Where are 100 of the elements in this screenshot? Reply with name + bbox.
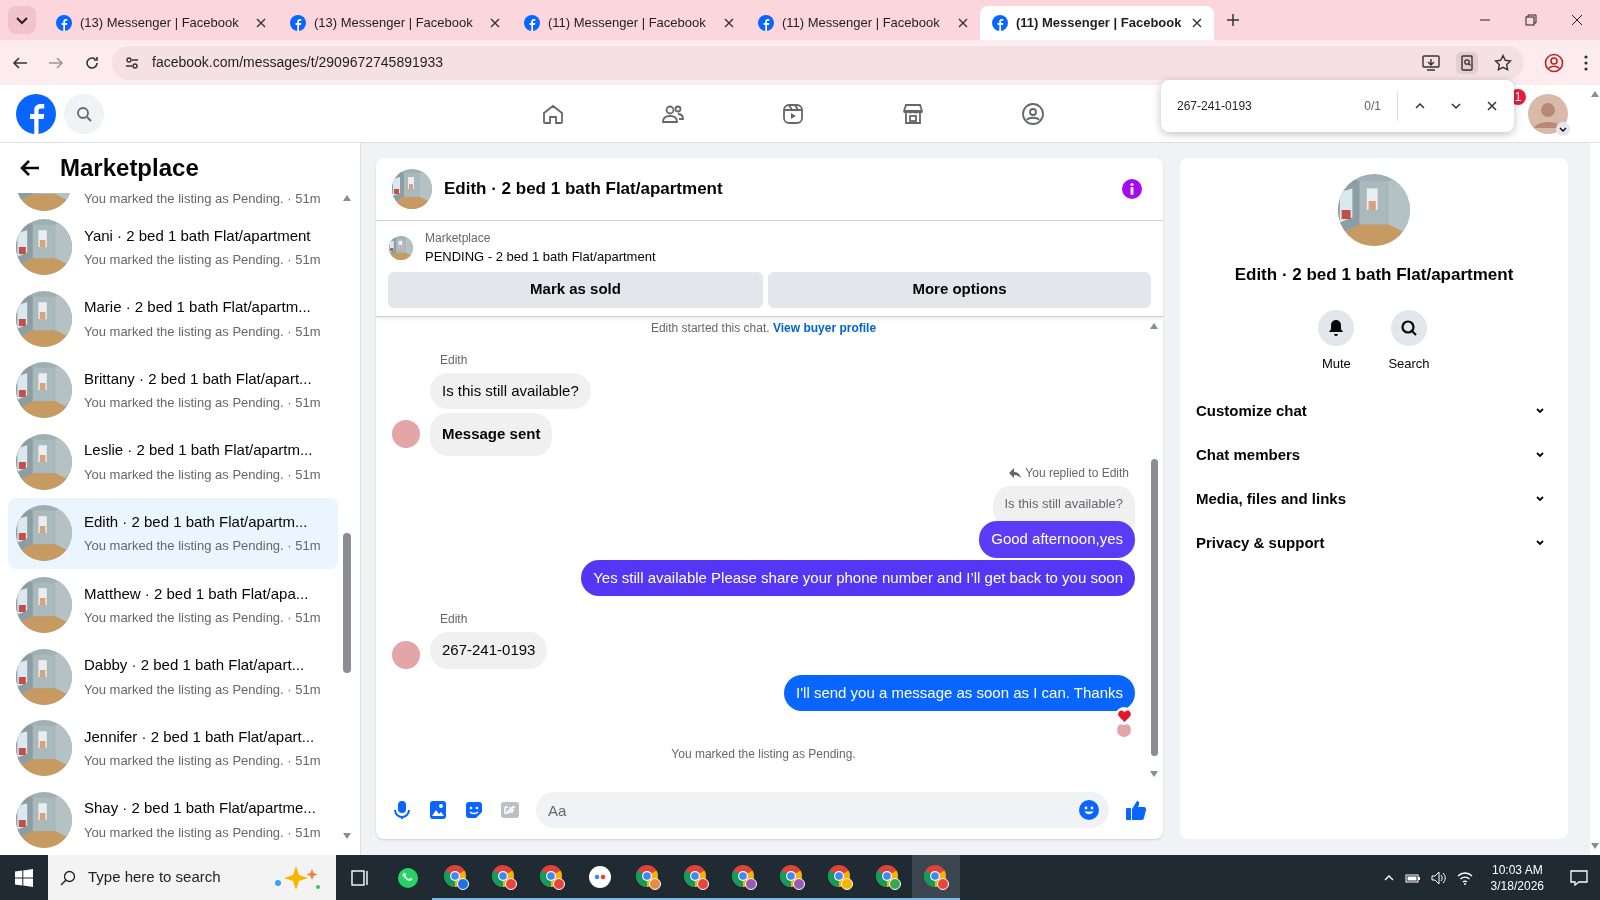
address-bar[interactable]: facebook.com/messages/t/2909672745891933 bbox=[112, 45, 1524, 80]
task-view-icon[interactable] bbox=[350, 867, 370, 888]
close-icon[interactable] bbox=[490, 18, 500, 28]
whatsapp-icon[interactable] bbox=[396, 865, 420, 890]
video-icon[interactable] bbox=[781, 102, 805, 126]
conversation-item[interactable]: Matthew · 2 bed 1 bath Flat/apa... You marked the listing as Pending. · 51m bbox=[8, 569, 338, 641]
facebook-logo-icon[interactable] bbox=[16, 93, 56, 134]
chrome-icon[interactable] bbox=[875, 863, 901, 890]
match-count: 0/1 bbox=[1364, 98, 1381, 115]
buyer-profile-link[interactable]: View buyer profile bbox=[772, 320, 877, 335]
close-icon[interactable] bbox=[1192, 18, 1202, 28]
chrome-icon[interactable] bbox=[779, 863, 805, 890]
battery-icon[interactable] bbox=[1404, 871, 1421, 884]
chrome-icon[interactable] bbox=[491, 863, 517, 890]
search-icon bbox=[76, 105, 92, 122]
browser-tab[interactable]: (11) Messenger | Facebook bbox=[980, 6, 1214, 40]
chrome-icon[interactable] bbox=[539, 863, 565, 890]
conversation-title: Yani · 2 bed 1 bath Flat/apartment bbox=[84, 225, 312, 246]
conversation-title: Shay · 2 bed 1 bath Flat/apartme... bbox=[84, 798, 317, 819]
conversation-item[interactable]: Jennifer · 2 bed 1 bath Flat/apart... You marked the listing as Pending. · 51m bbox=[8, 712, 338, 784]
thumbs-up-icon[interactable] bbox=[1125, 799, 1147, 821]
notifications-icon[interactable] bbox=[1570, 868, 1588, 887]
speaker-icon[interactable] bbox=[1430, 870, 1447, 885]
chrome-icon[interactable] bbox=[443, 863, 469, 890]
scroll-up-icon[interactable] bbox=[343, 195, 351, 201]
facebook-icon bbox=[758, 15, 774, 31]
section-header[interactable]: Media, files and links bbox=[1196, 477, 1552, 521]
conversation-preview: You marked the listing as Pending. · 51m bbox=[84, 322, 321, 341]
next-icon[interactable] bbox=[1450, 100, 1462, 112]
wifi-icon[interactable] bbox=[1456, 870, 1473, 885]
taskbar-search-field[interactable]: Type here to search bbox=[48, 855, 336, 900]
conversation-title: Edith · 2 bed 1 bath Flat/apartm... bbox=[84, 511, 309, 532]
scrollbar-thumb[interactable] bbox=[343, 533, 351, 673]
scroll-down-icon[interactable] bbox=[1150, 771, 1158, 777]
conversation-item[interactable]: Dabby · 2 bed 1 bath Flat/apart... You marked the listing as Pending. · 51m bbox=[8, 641, 338, 712]
groups-icon[interactable] bbox=[1021, 102, 1045, 126]
app-icon[interactable] bbox=[588, 864, 612, 889]
back-arrow-icon[interactable] bbox=[20, 159, 40, 177]
microphone-icon[interactable] bbox=[392, 800, 412, 820]
close-icon[interactable] bbox=[1571, 14, 1583, 26]
find-field[interactable]: 267-241-0193 bbox=[1177, 97, 1365, 115]
conversation-title: Dabby · 2 bed 1 bath Flat/apart... bbox=[84, 655, 306, 676]
details-title: Edith · 2 bed 1 bath Flat/apartment bbox=[1234, 264, 1514, 286]
facebook-icon bbox=[56, 15, 72, 31]
reload-icon[interactable] bbox=[84, 54, 100, 71]
chrome-icon[interactable] bbox=[635, 863, 661, 890]
close-icon[interactable] bbox=[724, 18, 734, 28]
install-icon[interactable] bbox=[1422, 53, 1440, 72]
scroll-down-icon[interactable] bbox=[343, 833, 351, 839]
scroll-up-icon[interactable] bbox=[1150, 322, 1158, 329]
back-icon[interactable] bbox=[12, 54, 28, 71]
outgoing-message: Good afternoon,yes bbox=[979, 521, 1135, 558]
conversation-item[interactable]: Brittany · 2 bed 1 bath Flat/apart... You marked the listing as Pending. · 51m bbox=[8, 355, 338, 426]
incoming-message: Is this still available? bbox=[430, 372, 591, 409]
restore-icon[interactable] bbox=[1525, 14, 1537, 26]
emoji-icon[interactable] bbox=[1079, 800, 1099, 820]
mute-button[interactable] bbox=[1318, 309, 1355, 346]
more-options-button[interactable]: More options bbox=[768, 271, 1151, 308]
chrome-icon[interactable] bbox=[683, 863, 709, 890]
windows-start-icon[interactable] bbox=[15, 868, 33, 887]
incoming-message: 267-241-0193 bbox=[430, 632, 548, 669]
tab-list-icon[interactable] bbox=[8, 6, 36, 34]
find-icon[interactable] bbox=[1456, 51, 1478, 74]
close-icon[interactable] bbox=[1486, 100, 1498, 112]
close-icon[interactable] bbox=[958, 18, 968, 28]
store-icon[interactable] bbox=[901, 102, 925, 126]
more-icon[interactable] bbox=[1584, 54, 1588, 71]
scroll-up-icon[interactable] bbox=[1591, 91, 1599, 97]
system-message: Edith started this chat. View buyer profile bbox=[649, 319, 878, 337]
conversation-item[interactable]: Edith · 2 bed 1 bath Flat/apartm... You marked the listing as Pending. · 51m bbox=[8, 498, 338, 569]
scrollbar-thumb[interactable] bbox=[1151, 458, 1158, 756]
new-tab-icon[interactable] bbox=[1226, 13, 1240, 27]
section-header[interactable]: Customize chat bbox=[1196, 389, 1552, 433]
section-header[interactable]: Chat members bbox=[1196, 433, 1552, 477]
conversation-item[interactable]: Yani · 2 bed 1 bath Flat/apartment You marked the listing as Pending. · 51m bbox=[8, 211, 338, 283]
home-icon[interactable] bbox=[541, 102, 565, 126]
profile-icon[interactable] bbox=[1544, 52, 1564, 73]
facebook-icon bbox=[524, 15, 540, 31]
conversation-item[interactable]: Shay · 2 bed 1 bath Flat/apartme... You marked the listing as Pending. · 51m bbox=[8, 784, 338, 855]
scroll-down-icon[interactable] bbox=[1591, 843, 1599, 849]
chat-title: Edith · 2 bed 1 bath Flat/apartment bbox=[444, 178, 723, 201]
image-icon[interactable] bbox=[428, 800, 448, 820]
conversation-item[interactable]: Leslie · 2 bed 1 bath Flat/apartm... You marked the listing as Pending. · 51m bbox=[8, 426, 338, 498]
conversation-preview: You marked the listing as Pending. · 51m bbox=[84, 537, 321, 556]
chrome-icon[interactable] bbox=[827, 863, 853, 890]
chevron-down-icon[interactable] bbox=[1556, 122, 1570, 136]
info-icon[interactable] bbox=[1121, 178, 1143, 200]
mark-sold-button[interactable]: Mark as sold bbox=[388, 271, 763, 308]
conversation-item[interactable]: Marie · 2 bed 1 bath Flat/apartm... You marked the listing as Pending. · 51m bbox=[8, 283, 338, 354]
bookmark-star-icon[interactable] bbox=[1494, 53, 1512, 72]
search-icon bbox=[1399, 317, 1419, 338]
chrome-icon[interactable] bbox=[731, 863, 757, 890]
close-icon[interactable] bbox=[256, 18, 266, 28]
chrome-icon[interactable] bbox=[923, 863, 949, 890]
conversation-preview: You marked the listing as Pending. · 51m bbox=[84, 609, 321, 628]
section-header[interactable]: Privacy & support bbox=[1196, 521, 1552, 565]
search-button[interactable] bbox=[1391, 309, 1427, 346]
message-field[interactable]: Aa bbox=[536, 792, 1109, 828]
sticker-icon[interactable] bbox=[464, 800, 484, 820]
conversation-item[interactable]: You marked the listing as Pending. · 51m bbox=[8, 193, 338, 211]
